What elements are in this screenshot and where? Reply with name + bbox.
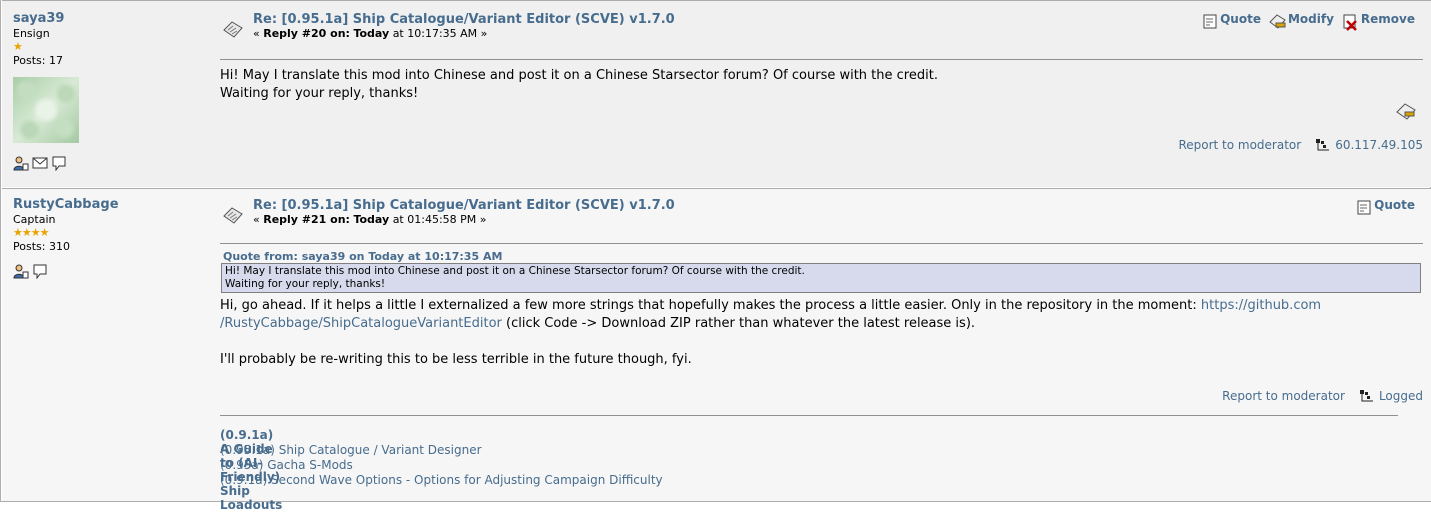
avatar <box>13 77 79 143</box>
post-body: Hi! May I translate this mod into Chines… <box>220 68 938 101</box>
poster-post-count: Posts: 310 <box>13 240 70 253</box>
github-link[interactable]: https://github.com <box>1201 298 1321 313</box>
signature-divider <box>220 415 1398 416</box>
signature-link[interactable]: (0.95a) Gacha S-Mods <box>220 458 353 472</box>
report-to-moderator-link[interactable]: Report to moderator <box>1178 138 1301 152</box>
poster-rank: Captain <box>13 213 56 226</box>
poster-name-link[interactable]: RustyCabbage <box>13 197 203 212</box>
github-link-continued[interactable]: /RustyCabbage/ShipCatalogueVariantEditor <box>220 316 502 331</box>
poster-name-link[interactable]: saya39 <box>13 11 203 26</box>
profile-icon[interactable] <box>13 263 29 279</box>
quote-button[interactable]: Quote <box>1357 198 1415 215</box>
quote-header-link[interactable]: Quote from: saya39 on Today at 10:17:35 … <box>223 250 502 263</box>
poster-post-count: Posts: 17 <box>13 54 63 67</box>
reply-number[interactable]: Reply #20 on: <box>263 27 350 40</box>
message-icon <box>222 206 244 226</box>
profile-icon[interactable] <box>13 155 29 171</box>
post-buttons: Quote <box>1357 198 1415 215</box>
rank-stars-icon: ★ <box>13 40 23 53</box>
reply-number[interactable]: Reply #21 on: <box>263 213 350 226</box>
personal-message-icon[interactable] <box>32 263 48 280</box>
post-buttons: Quote Modify Remove <box>1203 12 1415 31</box>
logged-status: Logged <box>1359 389 1423 403</box>
ip-icon <box>1359 390 1373 402</box>
post-divider <box>220 243 1423 244</box>
report-edit-icon[interactable] <box>1396 103 1416 125</box>
forum-thread: saya39 Ensign ★ Posts: 17 Re: [0.95.1a] … <box>0 0 1431 512</box>
ip-icon <box>1316 139 1330 151</box>
signature-link[interactable]: (0.9.1a) Second Wave Options - Options f… <box>220 473 663 487</box>
report-to-moderator-link[interactable]: Report to moderator <box>1222 389 1345 403</box>
rank-stars-icon: ★★★★ <box>13 226 49 239</box>
signature-link[interactable]: (0.95.1a) Ship Catalogue / Variant Desig… <box>220 443 482 457</box>
modify-button[interactable]: Modify <box>1269 12 1334 31</box>
reply-info: « Reply #20 on: Today at 10:17:35 AM » <box>253 27 488 40</box>
post-body: Hi, go ahead. If it helps a little I ext… <box>220 298 1322 367</box>
remove-button[interactable]: Remove <box>1342 12 1415 31</box>
poster-icons <box>13 263 203 280</box>
post-footer: Report to moderator Logged <box>1222 389 1423 403</box>
message-icon <box>222 20 244 40</box>
poster-icons <box>13 155 203 172</box>
poster-info: saya39 Ensign ★ Posts: 17 <box>13 11 203 172</box>
post-subject-link[interactable]: Re: [0.95.1a] Ship Catalogue/Variant Edi… <box>253 12 675 27</box>
quote-block: Hi! May I translate this mod into Chines… <box>221 263 1421 293</box>
ip-address: 60.117.49.105 <box>1315 138 1423 152</box>
forum-post: saya39 Ensign ★ Posts: 17 Re: [0.95.1a] … <box>2 0 1431 187</box>
forum-post: RustyCabbage Captain ★★★★ Posts: 310 Re:… <box>2 188 1431 512</box>
quote-button[interactable]: Quote <box>1203 12 1261 31</box>
poster-info: RustyCabbage Captain ★★★★ Posts: 310 <box>13 197 203 280</box>
reply-info: « Reply #21 on: Today at 01:45:58 PM » <box>253 213 487 226</box>
email-icon[interactable] <box>32 155 48 171</box>
personal-message-icon[interactable] <box>51 155 67 172</box>
post-footer: Report to moderator 60.117.49.105 <box>1178 138 1423 152</box>
poster-rank: Ensign <box>13 27 50 40</box>
post-subject-link[interactable]: Re: [0.95.1a] Ship Catalogue/Variant Edi… <box>253 198 675 213</box>
post-divider <box>220 59 1423 60</box>
